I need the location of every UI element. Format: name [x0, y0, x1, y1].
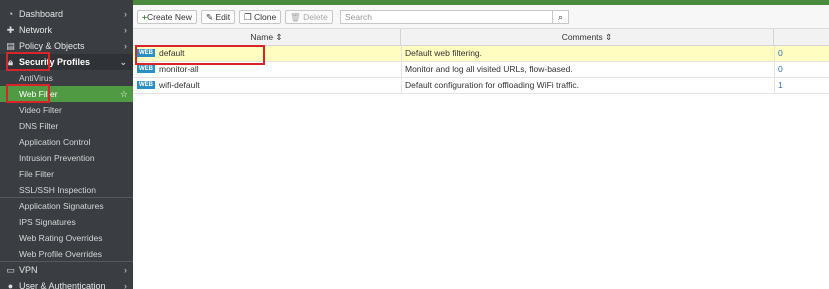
- profile-comment: Monitor and log all visited URLs, flow-b…: [405, 64, 573, 74]
- chevron-right-icon: ›: [124, 25, 127, 35]
- clone-button[interactable]: ❐ Clone: [239, 10, 282, 24]
- sidebar-item-label: Web Filter: [19, 89, 58, 99]
- network-icon: ✚: [6, 25, 15, 35]
- column-header-references[interactable]: [774, 29, 829, 46]
- sidebar-item-application-signatures[interactable]: Application Signatures: [0, 198, 133, 214]
- toolbar: +Create New ✎ Edit ❐ Clone 🗑︎ Delete Sea…: [133, 5, 829, 29]
- web-badge: WEB: [137, 48, 155, 57]
- chevron-right-icon: ›: [124, 41, 127, 51]
- create-new-button[interactable]: +Create New: [137, 10, 197, 24]
- sidebar-item-dashboard[interactable]: ◔ Dashboard ›: [0, 6, 133, 22]
- sidebar-item-web-profile-overrides[interactable]: Web Profile Overrides: [0, 246, 133, 262]
- pencil-icon: ✎: [206, 12, 214, 22]
- search-icon[interactable]: ⌕: [552, 10, 569, 24]
- reference-count[interactable]: 0: [778, 62, 783, 77]
- vpn-icon: ▭: [6, 265, 15, 275]
- policy-icon: ▤: [6, 41, 15, 51]
- clone-icon: ❐: [244, 12, 252, 22]
- sidebar-item-ips-signatures[interactable]: IPS Signatures: [0, 214, 133, 230]
- delete-button[interactable]: 🗑︎ Delete: [285, 10, 333, 24]
- chevron-down-icon: ⌄: [119, 57, 127, 67]
- sidebar-item-application-control[interactable]: Application Control: [0, 134, 133, 150]
- sidebar-item-policy-objects[interactable]: ▤ Policy & Objects ›: [0, 38, 133, 54]
- profile-comment: Default web filtering.: [405, 48, 483, 58]
- sidebar-item-web-rating-overrides[interactable]: Web Rating Overrides: [0, 230, 133, 246]
- reference-count[interactable]: 0: [778, 46, 783, 61]
- sidebar: ◔ Dashboard › ✚ Network › ▤ Policy & Object…: [0, 0, 133, 289]
- web-badge: WEB: [137, 80, 155, 89]
- sidebar-item-file-filter[interactable]: File Filter: [0, 166, 133, 182]
- dashboard-icon: ◔: [7, 9, 14, 19]
- sidebar-item-ssl-ssh-inspection[interactable]: SSL/SSH Inspection: [0, 182, 133, 198]
- profile-name: wifi-default: [159, 80, 200, 90]
- sidebar-item-dns-filter[interactable]: DNS Filter: [0, 118, 133, 134]
- sidebar-item-security-profiles[interactable]: 🔒︎ Security Profiles ⌄: [0, 54, 133, 70]
- lock-icon: 🔒︎: [8, 57, 13, 67]
- sidebar-item-antivirus[interactable]: AntiVirus: [0, 70, 133, 86]
- reference-count[interactable]: 1: [778, 78, 783, 93]
- sort-icon: ⇕: [605, 32, 613, 42]
- chevron-right-icon: ›: [124, 281, 127, 289]
- column-divider: [774, 46, 775, 94]
- profile-name: default: [159, 48, 185, 58]
- sidebar-item-intrusion-prevention[interactable]: Intrusion Prevention: [0, 150, 133, 166]
- table-row[interactable]: WEB wifi-default Default configuration fo…: [133, 78, 829, 94]
- column-divider: [401, 46, 402, 94]
- edit-button[interactable]: ✎ Edit: [201, 10, 236, 24]
- web-badge: WEB: [137, 64, 155, 73]
- sidebar-item-video-filter[interactable]: Video Filter: [0, 102, 133, 118]
- column-header-name[interactable]: Name ⇕: [133, 29, 401, 46]
- sidebar-item-user-authentication[interactable]: ● User & Authentication ›: [0, 278, 133, 289]
- profile-comment: Default configuration for offloading WiF…: [405, 80, 580, 90]
- sort-icon: ⇕: [275, 32, 283, 42]
- sidebar-item-vpn[interactable]: ▭ VPN ›: [0, 262, 133, 278]
- sidebar-item-network[interactable]: ✚ Network ›: [0, 22, 133, 38]
- sidebar-item-web-filter[interactable]: Web Filter ☆: [0, 86, 133, 102]
- table-row[interactable]: WEB default Default web filtering. 0: [133, 46, 829, 62]
- chevron-right-icon: ›: [124, 265, 127, 275]
- trash-icon: 🗑︎: [290, 12, 301, 22]
- star-icon[interactable]: ☆: [120, 86, 128, 102]
- column-header-comments[interactable]: Comments ⇕: [401, 29, 774, 46]
- table-row[interactable]: WEB monitor-all Monitor and log all visit…: [133, 62, 829, 78]
- search-input[interactable]: Search: [340, 10, 553, 24]
- chevron-right-icon: ›: [124, 9, 127, 19]
- profile-name: monitor-all: [159, 64, 199, 74]
- user-icon: ●: [7, 281, 14, 289]
